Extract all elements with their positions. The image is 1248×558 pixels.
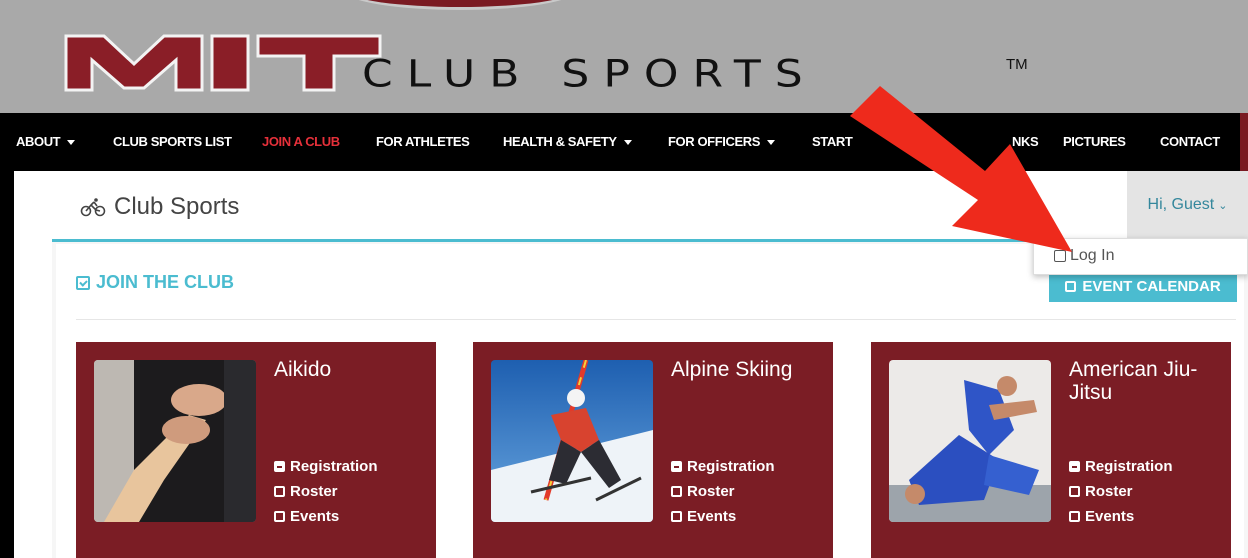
- nav-health-safety[interactable]: HEALTH & SAFETY: [503, 134, 632, 149]
- login-label: Log In: [1070, 247, 1115, 264]
- club-card-alpine-skiing: Alpine Skiing Registration Roster Events: [473, 342, 833, 558]
- id-card-icon: [671, 461, 682, 472]
- nav-join-a-club[interactable]: JOIN A CLUB: [262, 134, 340, 149]
- id-card-icon: [1069, 461, 1080, 472]
- calendar-icon: [671, 486, 682, 497]
- join-club-panel: JOIN THE CLUB EVENT CALENDAR Aikido Regi…: [56, 244, 1244, 558]
- user-menu-label: Hi, Guest: [1147, 196, 1215, 213]
- site-banner: CLUB SPORTS TM: [0, 0, 1248, 113]
- roster-link[interactable]: Roster: [1069, 479, 1173, 504]
- user-menu-button[interactable]: Hi, Guest ⌄: [1127, 171, 1248, 239]
- registration-link[interactable]: Registration: [671, 454, 775, 479]
- club-sports-wordmark: CLUB SPORTS: [362, 52, 817, 96]
- page-content: Club Sports Hi, Guest ⌄ JOIN THE CLUB EV…: [14, 171, 1248, 558]
- events-link[interactable]: Events: [671, 504, 775, 529]
- club-name[interactable]: American Jiu-Jitsu: [1069, 358, 1219, 404]
- chevron-down-icon: ⌄: [1218, 199, 1228, 212]
- banner-decoration: [345, 0, 575, 10]
- nav-for-athletes[interactable]: FOR ATHLETES: [376, 134, 470, 149]
- user-dropdown-menu: Log In: [1033, 238, 1248, 275]
- registration-link[interactable]: Registration: [1069, 454, 1173, 479]
- calendar-check-icon: [76, 275, 90, 290]
- nav-start[interactable]: START: [812, 134, 853, 149]
- nav-edge-accent: [1240, 113, 1248, 171]
- section-title: JOIN THE CLUB: [76, 272, 234, 293]
- caret-down-icon: [766, 140, 775, 146]
- app-title[interactable]: Club Sports: [80, 193, 239, 221]
- club-links: Registration Roster Events: [274, 454, 378, 529]
- login-menu-item[interactable]: Log In: [1054, 247, 1114, 265]
- section-title-label: JOIN THE CLUB: [96, 272, 235, 292]
- caret-down-icon: [67, 140, 76, 146]
- roster-link[interactable]: Roster: [274, 479, 378, 504]
- nav-for-officers[interactable]: FOR OFFICERS: [668, 134, 775, 149]
- roster-link[interactable]: Roster: [671, 479, 775, 504]
- nav-links[interactable]: NKS: [1012, 134, 1039, 149]
- club-image-aikido[interactable]: [94, 360, 256, 522]
- calendar-icon: [1069, 486, 1080, 497]
- club-links: Registration Roster Events: [671, 454, 775, 529]
- registration-link[interactable]: Registration: [274, 454, 378, 479]
- trademark-symbol: TM: [1006, 56, 1028, 73]
- events-link[interactable]: Events: [274, 504, 378, 529]
- subheader-bar: Club Sports Hi, Guest ⌄: [14, 171, 1248, 243]
- nav-contact[interactable]: CONTACT: [1160, 134, 1220, 149]
- caret-down-icon: [623, 140, 632, 146]
- club-card-aikido: Aikido Registration Roster Events: [76, 342, 436, 558]
- events-link[interactable]: Events: [1069, 504, 1173, 529]
- club-image-alpine-skiing[interactable]: [491, 360, 653, 522]
- calendar-check-icon: [274, 511, 285, 522]
- bicycle-icon: [80, 198, 106, 217]
- event-calendar-label: EVENT CALENDAR: [1082, 277, 1221, 295]
- calendar-check-icon: [671, 511, 682, 522]
- mit-logo[interactable]: [64, 30, 384, 94]
- club-name[interactable]: Alpine Skiing: [671, 358, 821, 381]
- club-links: Registration Roster Events: [1069, 454, 1173, 529]
- app-title-label: Club Sports: [114, 193, 240, 220]
- id-card-icon: [274, 461, 285, 472]
- club-card-american-jiu-jitsu: American Jiu-Jitsu Registration Roster E…: [871, 342, 1231, 558]
- calendar-icon: [1065, 280, 1077, 292]
- calendar-check-icon: [1069, 511, 1080, 522]
- calendar-icon: [274, 486, 285, 497]
- club-name[interactable]: Aikido: [274, 358, 424, 381]
- nav-club-sports-list[interactable]: CLUB SPORTS LIST: [113, 134, 232, 149]
- left-frame: [0, 171, 14, 558]
- divider: [76, 319, 1236, 320]
- main-nav: ABOUT CLUB SPORTS LIST JOIN A CLUB FOR A…: [0, 113, 1240, 171]
- sign-in-icon: [1054, 250, 1066, 262]
- nav-about[interactable]: ABOUT: [16, 134, 76, 149]
- nav-pictures[interactable]: PICTURES: [1063, 134, 1126, 149]
- club-image-american-jiu-jitsu[interactable]: [889, 360, 1051, 522]
